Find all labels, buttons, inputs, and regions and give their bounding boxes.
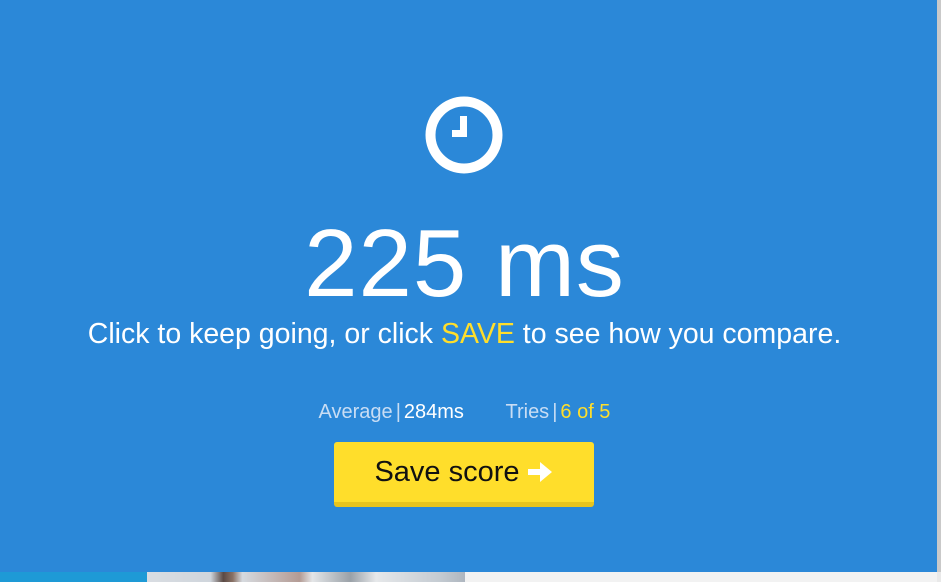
stats-row: Average | 284ms Tries | 6 of 5 (0, 398, 929, 426)
result-unit: ms (494, 210, 625, 317)
average-stat: Average | 284ms (319, 398, 464, 426)
tries-separator: | (552, 401, 558, 423)
hint-before: Click to keep going, or click (87, 318, 441, 350)
save-score-label: Save score (374, 455, 520, 488)
scrollbar-thumb[interactable] (937, 0, 941, 572)
page-scrollbar[interactable] (937, 0, 941, 582)
tries-value: 6 of 5 (560, 401, 611, 423)
next-section-preview (0, 572, 937, 582)
tries-label: Tries (505, 401, 550, 423)
clock-icon (425, 96, 503, 174)
average-value: 284ms (403, 401, 464, 423)
instruction-text: Click to keep going, or click SAVE to se… (0, 316, 929, 352)
save-score-button[interactable]: Save score (334, 442, 594, 507)
tries-stat: Tries | 6 of 5 (505, 398, 610, 426)
arrow-right-icon (527, 462, 552, 482)
preview-photo (147, 572, 465, 582)
result-value: 225 (304, 210, 468, 317)
preview-blue-panel (0, 572, 147, 582)
hint-after: to see how you compare. (514, 318, 842, 350)
average-separator: | (395, 401, 401, 423)
hint-save-highlight: SAVE (440, 318, 515, 350)
reaction-time-result: 225 ms (0, 206, 929, 322)
average-label: Average (318, 401, 393, 423)
